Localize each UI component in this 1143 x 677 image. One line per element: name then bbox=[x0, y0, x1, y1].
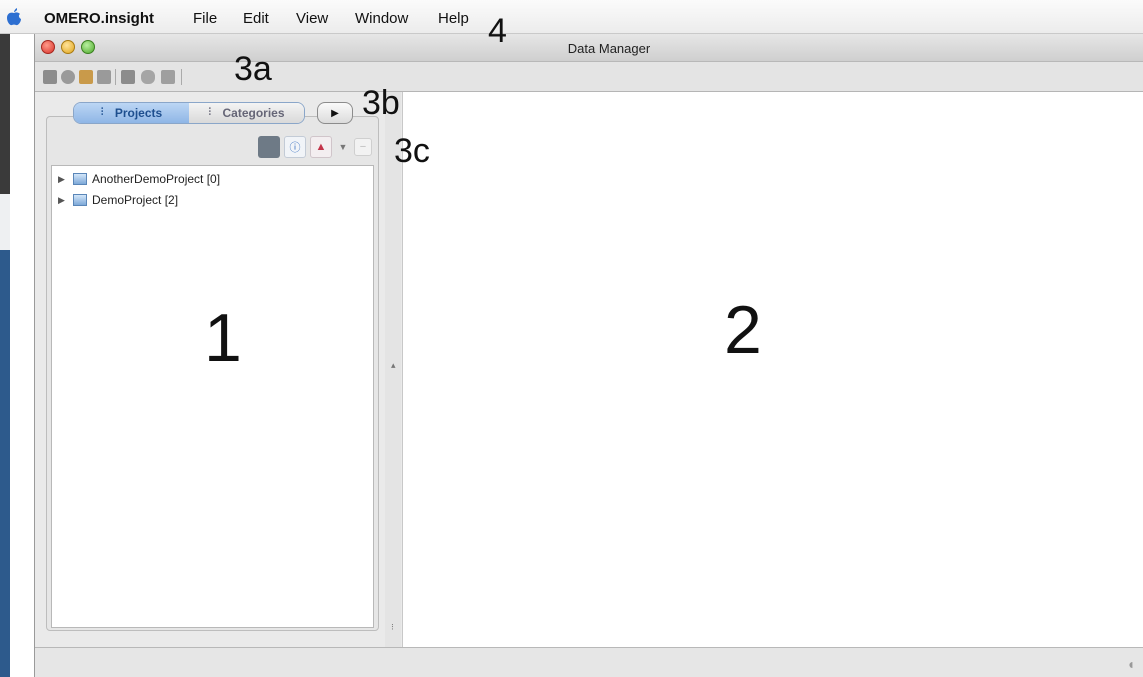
info-icon[interactable]: ⓘ bbox=[284, 136, 306, 158]
tree-item-label: DemoProject [2] bbox=[92, 193, 179, 207]
remove-icon[interactable]: − bbox=[354, 138, 372, 156]
resize-grip-icon[interactable]: ◖ bbox=[1127, 656, 1135, 672]
desktop-edge bbox=[0, 34, 10, 194]
menu-edit[interactable]: Edit bbox=[243, 10, 269, 27]
search-icon[interactable] bbox=[61, 70, 75, 84]
splitter-grip-icon: ⁝ bbox=[391, 622, 394, 632]
menu-bar: OMERO.insight File Edit View Window Help bbox=[0, 0, 1143, 34]
apple-logo-icon[interactable] bbox=[6, 8, 22, 26]
menu-file[interactable]: File bbox=[193, 10, 217, 27]
annotate-icon[interactable] bbox=[141, 70, 155, 84]
content-area: ⓘ ▲ ▼ − ▶ AnotherDemoProject [0] ▶ DemoP… bbox=[35, 92, 1143, 647]
expand-arrow-icon[interactable]: ▶ bbox=[58, 174, 68, 185]
main-viewer-panel bbox=[402, 92, 1143, 647]
menu-app-name[interactable]: OMERO.insight bbox=[44, 10, 154, 27]
play-arrow-icon: ▶ bbox=[331, 107, 339, 119]
category-filter-icon[interactable]: ▲ bbox=[310, 136, 332, 158]
tab-projects[interactable]: ⫶ Projects bbox=[74, 103, 189, 123]
status-bar: ◖ bbox=[35, 647, 1143, 677]
toolbar-divider bbox=[115, 69, 116, 85]
expand-button[interactable]: ▶ bbox=[317, 102, 353, 124]
hierarchy-icon: ⫶ bbox=[100, 107, 104, 118]
annotation-left-panel: 1 bbox=[204, 300, 242, 376]
tree-item[interactable]: ▶ AnotherDemoProject [0] bbox=[58, 170, 220, 188]
tree-item-label: AnotherDemoProject [0] bbox=[92, 172, 221, 186]
category-tree-icon: ⫶ bbox=[208, 107, 211, 118]
filter-icon[interactable] bbox=[121, 70, 135, 84]
menu-help[interactable]: Help bbox=[438, 10, 469, 27]
clipboard-icon[interactable] bbox=[161, 70, 175, 84]
splitter-handle-icon: ▴ bbox=[391, 360, 396, 370]
tree-item[interactable]: ▶ DemoProject [2] bbox=[58, 191, 178, 209]
tab-projects-label: Projects bbox=[114, 106, 163, 120]
annotation-toolbar: 3a bbox=[234, 50, 272, 88]
browser-tabs: ⫶ Projects ⫶ Categories bbox=[73, 102, 305, 124]
annotation-panel-toolbar: 3c bbox=[394, 132, 430, 170]
table-icon[interactable] bbox=[97, 70, 111, 84]
title-bar[interactable]: Data Manager bbox=[35, 34, 1143, 62]
expand-arrow-icon[interactable]: ▶ bbox=[58, 195, 68, 206]
tab-categories-label: Categories bbox=[222, 106, 285, 120]
chevron-down-icon[interactable]: ▼ bbox=[336, 136, 350, 158]
annotation-menu: 4 bbox=[488, 12, 507, 50]
project-icon bbox=[73, 173, 87, 185]
tab-categories[interactable]: ⫶ Categories bbox=[189, 103, 304, 123]
collapse-icon[interactable] bbox=[258, 136, 280, 158]
data-manager-window: Data Manager ⓘ ▲ ▼ − ▶ AnotherDemoProjec… bbox=[34, 34, 1143, 677]
menu-view[interactable]: View bbox=[296, 10, 328, 27]
tag-icon[interactable] bbox=[79, 70, 93, 84]
main-toolbar bbox=[35, 62, 1143, 92]
project-tree: ▶ AnotherDemoProject [0] ▶ DemoProject [… bbox=[51, 165, 374, 628]
split-pane-divider[interactable]: ▴ ⁝ bbox=[385, 92, 401, 647]
project-icon bbox=[73, 194, 87, 206]
browser-panel-toolbar: ⓘ ▲ ▼ − bbox=[258, 135, 372, 159]
toolbar-divider bbox=[181, 69, 182, 85]
desktop-edge-blue bbox=[0, 250, 10, 677]
annotation-tabs: 3b bbox=[362, 84, 400, 122]
menu-window[interactable]: Window bbox=[355, 10, 408, 27]
annotation-right-panel: 2 bbox=[724, 292, 762, 368]
window-title: Data Manager bbox=[567, 41, 651, 56]
desktop-edge-light bbox=[0, 194, 10, 250]
view-icon[interactable] bbox=[43, 70, 57, 84]
